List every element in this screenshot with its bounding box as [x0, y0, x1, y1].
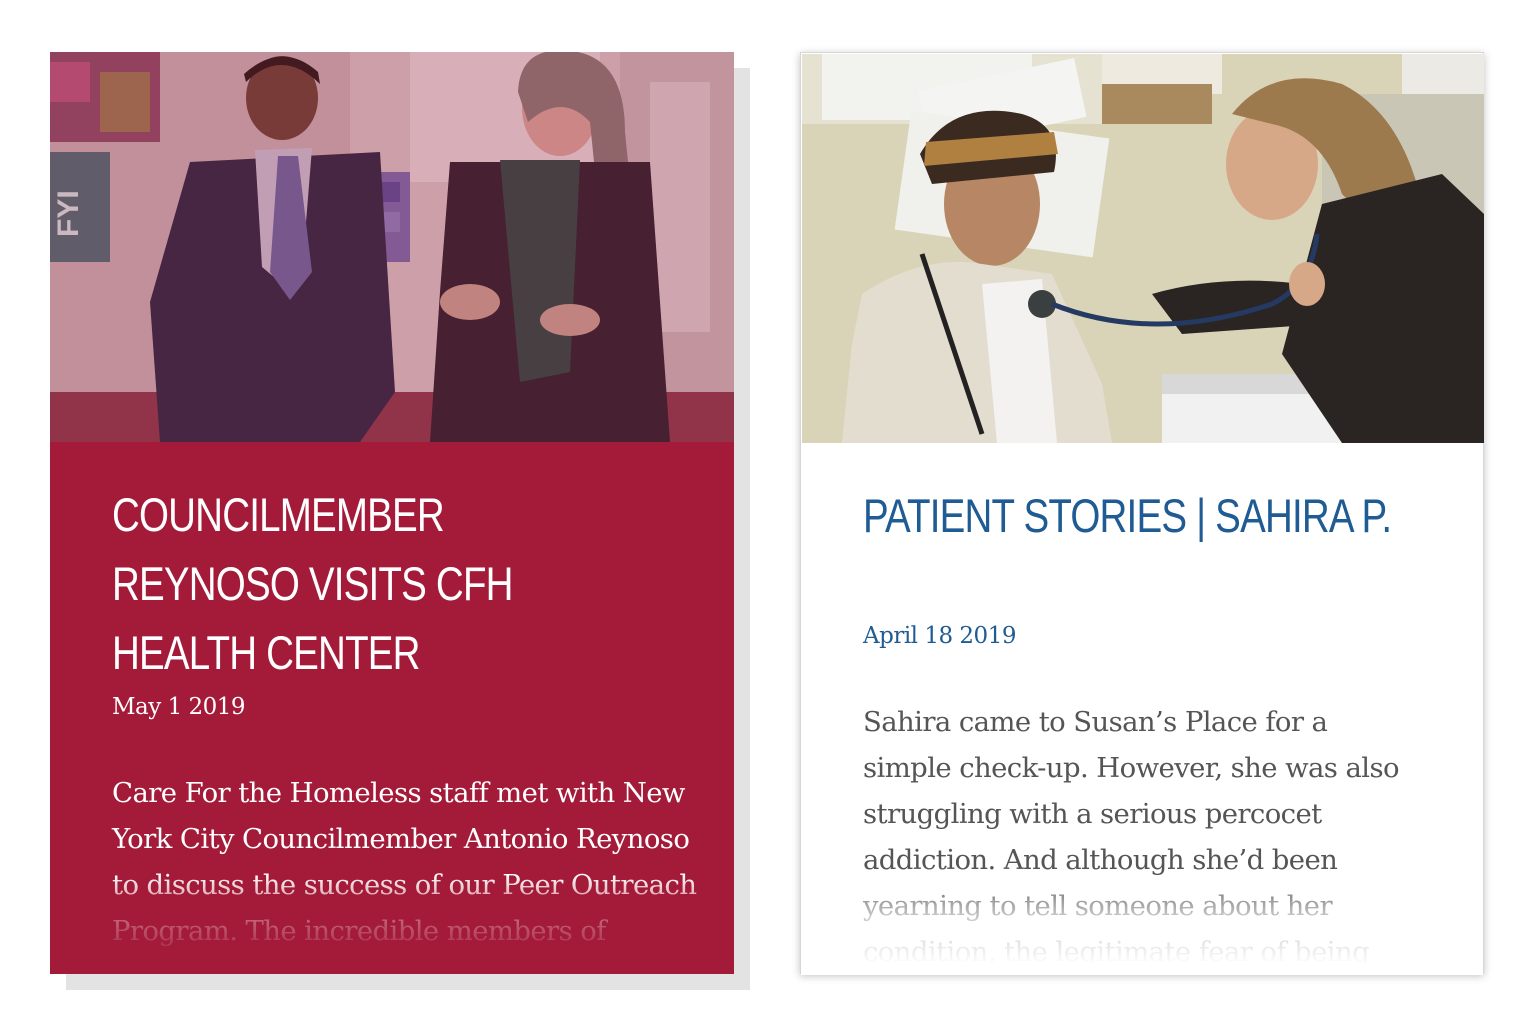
post-excerpt: Care For the Homeless staff met with New… [112, 777, 697, 947]
photo-illustration [802, 54, 1484, 443]
post-date: May 1 2019 [112, 694, 246, 720]
post-date: April 18 2019 [863, 623, 1016, 649]
post-photo-reynoso[interactable]: FYI [50, 52, 734, 442]
post-excerpt: Sahira came to Susan’s Place for a simpl… [863, 706, 1400, 968]
post-photo-sahira[interactable] [802, 54, 1484, 443]
post-body: COUNCILMEMBER REYNOSO VISITS CFH HEALTH … [50, 442, 734, 974]
photo-illustration: FYI [50, 52, 734, 442]
post-body: PATIENT STORIES | SAHIRA P. April 18 201… [801, 443, 1483, 975]
post-card-reynoso[interactable]: FYI COUNCILMEMBER REYNOSO VISITS CFH HEA… [50, 52, 734, 974]
post-title[interactable]: PATIENT STORIES | SAHIRA P. [863, 481, 1421, 550]
post-card-sahira[interactable]: PATIENT STORIES | SAHIRA P. April 18 201… [800, 52, 1484, 975]
post-title[interactable]: COUNCILMEMBER REYNOSO VISITS CFH HEALTH … [112, 480, 637, 687]
